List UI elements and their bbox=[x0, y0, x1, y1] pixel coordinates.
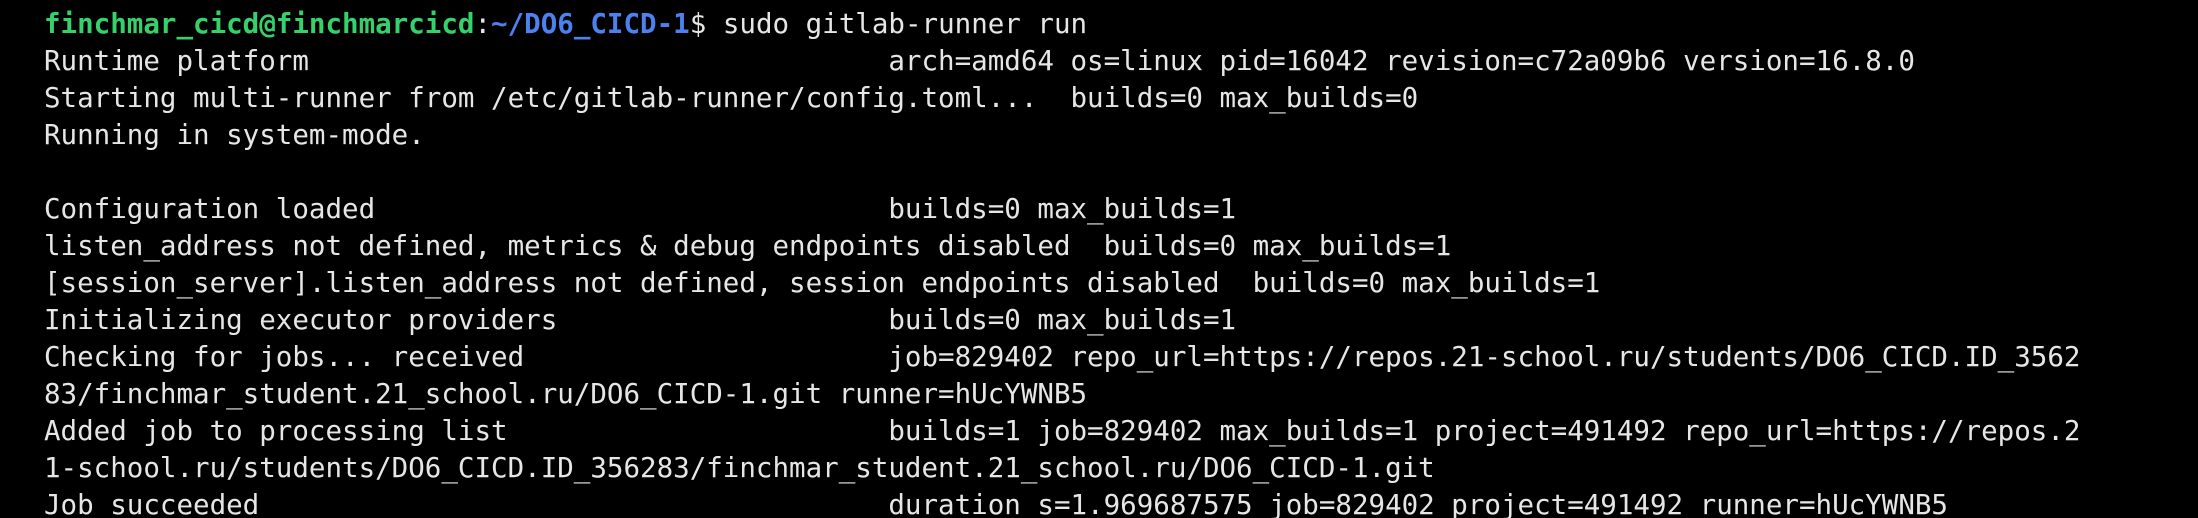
prompt-line: finchmar_cicd@finchmarcicd:~/DO6_CICD-1$… bbox=[44, 6, 2198, 43]
prompt-colon: : bbox=[474, 8, 492, 40]
output-line-runtime-platform: Runtime platform arch=amd64 os=linux pid… bbox=[44, 45, 1915, 77]
output-line-listen-address: listen_address not defined, metrics & de… bbox=[44, 230, 1452, 262]
prompt-symbol: $ bbox=[689, 8, 723, 40]
terminal-window[interactable]: finchmar_cicd@finchmarcicd:~/DO6_CICD-1$… bbox=[0, 0, 2198, 518]
output-line-session-server: [session_server].listen_address not defi… bbox=[44, 267, 1601, 299]
output-line-checking-for-jobs: Checking for jobs... received job=829402… bbox=[44, 341, 2081, 373]
output-line-configuration-loaded: Configuration loaded builds=0 max_builds… bbox=[44, 193, 1237, 225]
command-text: sudo gitlab-runner run bbox=[722, 8, 1088, 40]
output-line-checking-for-jobs-wrap: 83/finchmar_student.21_school.ru/DO6_CIC… bbox=[44, 378, 1088, 410]
output-line-blank bbox=[44, 154, 2198, 191]
output-line-starting-multi-runner: Starting multi-runner from /etc/gitlab-r… bbox=[44, 82, 1419, 114]
output-line-added-job-wrap: 1-school.ru/students/DO6_CICD.ID_356283/… bbox=[44, 452, 1435, 484]
prompt-user-host: finchmar_cicd@finchmarcicd bbox=[44, 8, 475, 40]
output-line-initializing-executors: Initializing executor providers builds=0… bbox=[44, 304, 1237, 336]
prompt-cwd: ~/DO6_CICD-1 bbox=[491, 8, 690, 40]
output-line-added-job: Added job to processing list builds=1 jo… bbox=[44, 415, 2081, 447]
output-line-job-succeeded: Job succeeded duration_s=1.969687575 job… bbox=[44, 489, 1948, 518]
terminal-screen: finchmar_cicd@finchmarcicd:~/DO6_CICD-1$… bbox=[44, 6, 2198, 518]
output-line-running-system-mode: Running in system-mode. bbox=[44, 119, 425, 151]
